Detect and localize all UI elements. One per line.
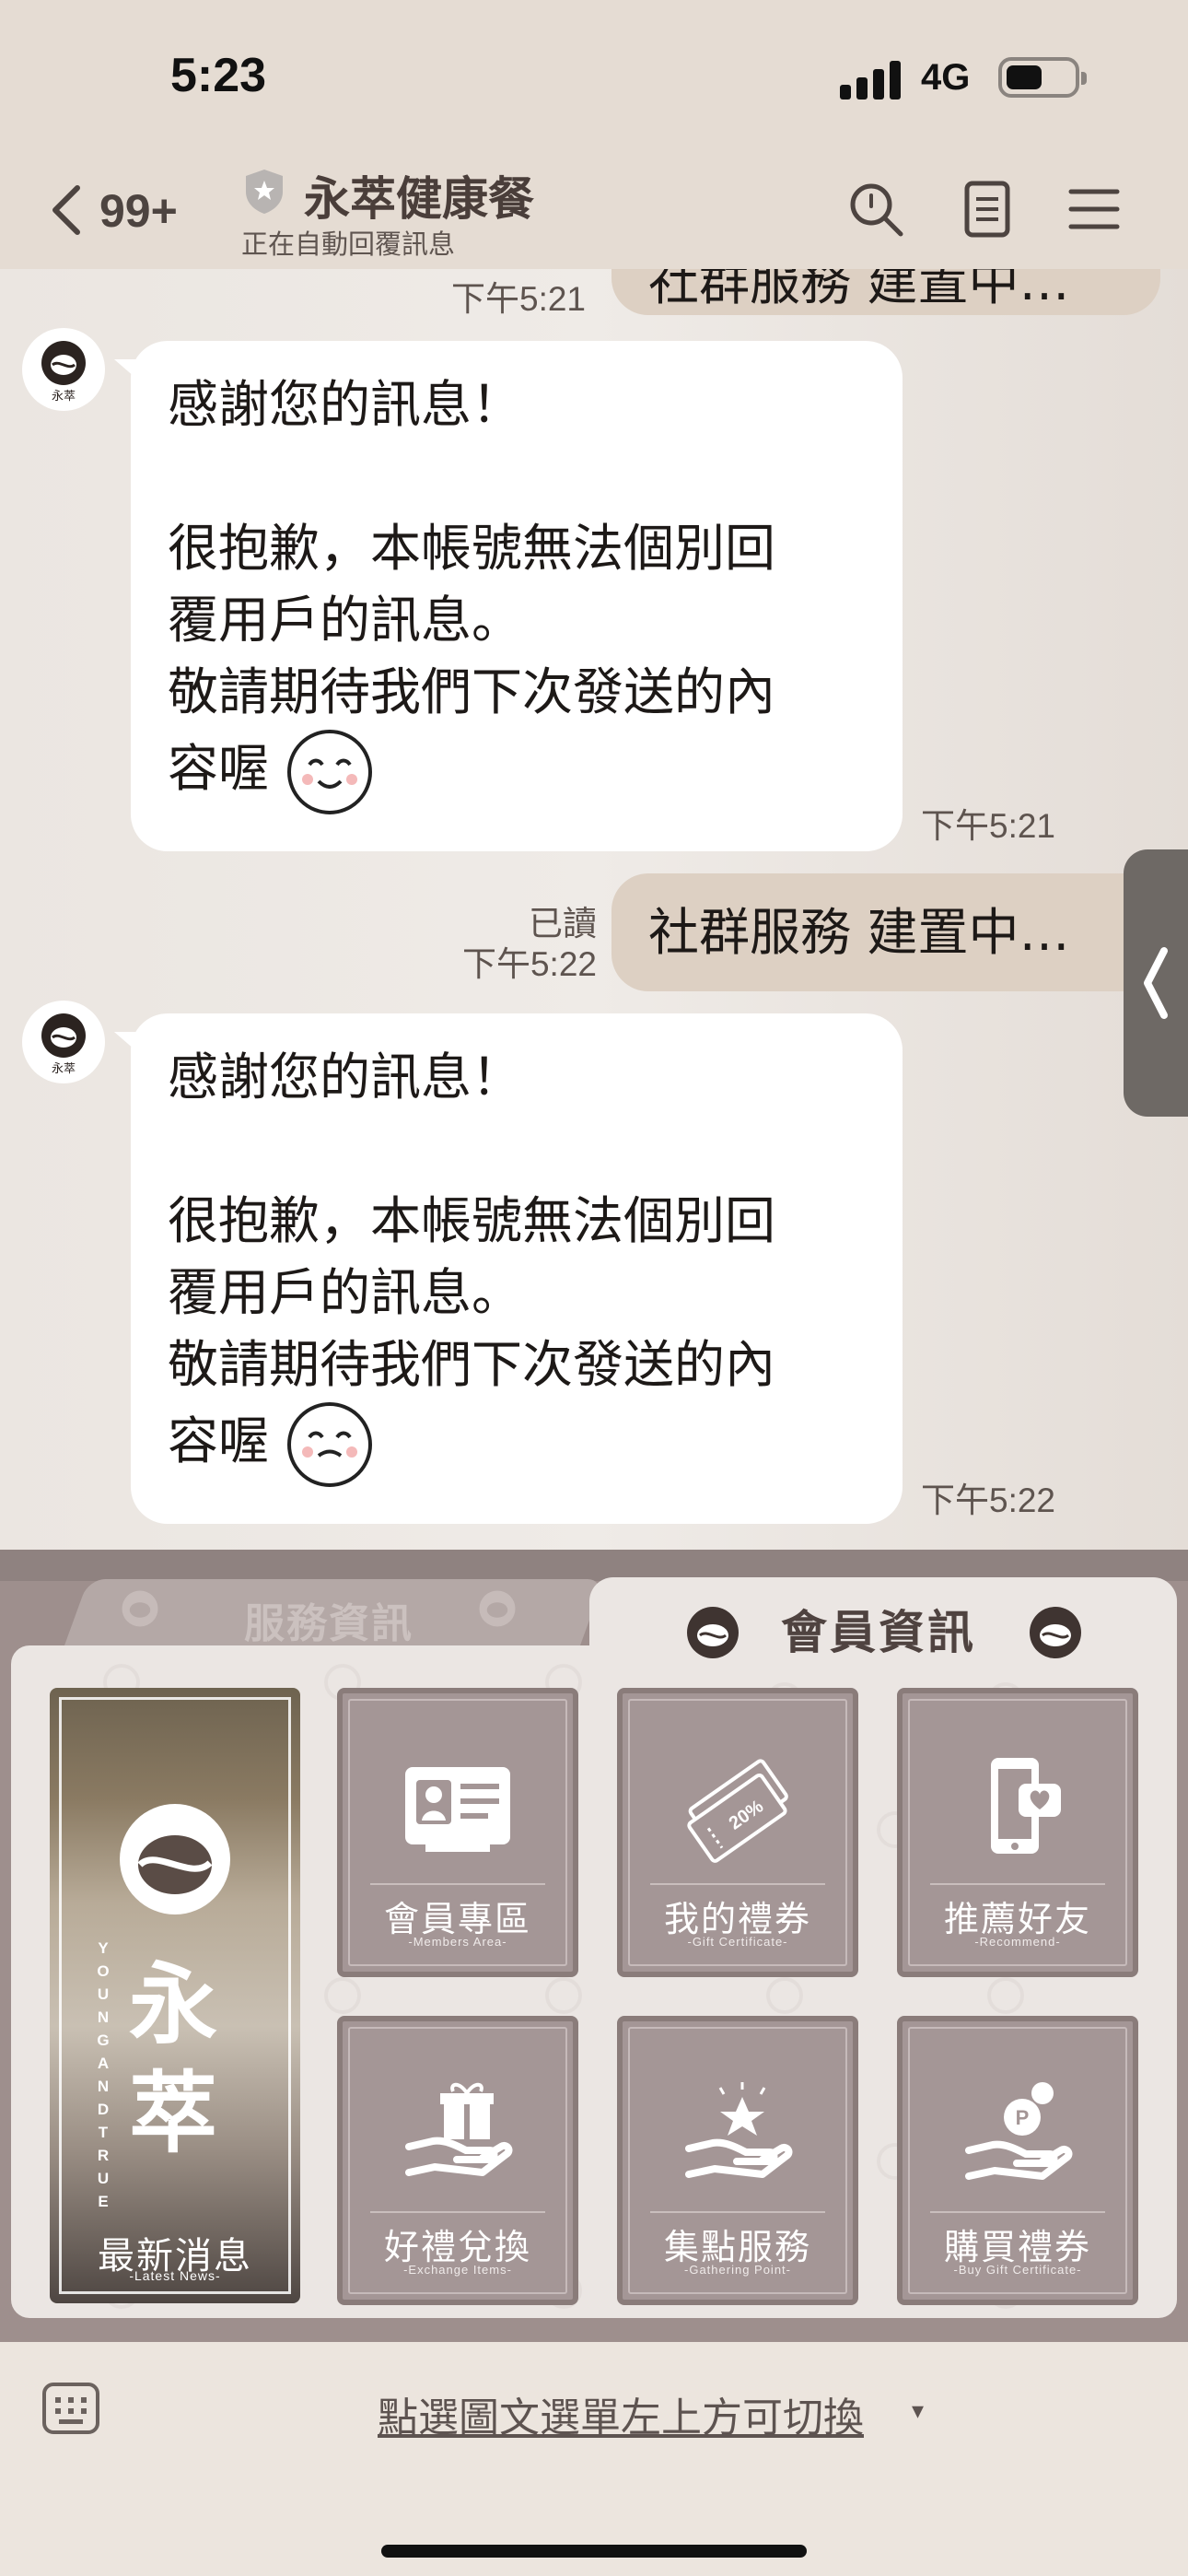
latest-news-sub: -Latest News- xyxy=(129,2268,221,2283)
phone-heart-icon xyxy=(991,1758,1061,1854)
avatar[interactable]: 永萃 xyxy=(22,1001,105,1083)
my-coupon-button[interactable]: 20% 我的禮券 -Gift Certificate- xyxy=(617,1688,858,1977)
smiling-face-icon xyxy=(286,1402,372,1487)
tile-sub: -Buy Gift Certificate- xyxy=(953,2263,1082,2277)
message-text: 社群服務 建置中… xyxy=(648,269,1070,311)
buy-gift-certificate-button[interactable]: P 購買禮券 -Buy Gift Certificate- xyxy=(897,2016,1138,2305)
member-card-icon xyxy=(405,1767,510,1852)
rich-menu-switch-link[interactable]: 點選圖文選單左上方可切換 xyxy=(378,2384,864,2443)
battery-icon xyxy=(998,57,1087,98)
bottom-bar: 點選圖文選單左上方可切換 ▾ xyxy=(0,2342,1188,2576)
verified-shield-icon xyxy=(246,170,283,214)
message-line: 敬請期待我們下次發送的內 xyxy=(168,1335,776,1394)
star-hand-icon xyxy=(685,2082,793,2178)
chevron-left-icon xyxy=(1144,947,1168,1019)
message-line: 覆用戶的訊息。 xyxy=(168,1263,523,1322)
chevron-down-icon[interactable]: ▾ xyxy=(912,2397,924,2425)
message-line: 很抱歉，本帳號無法個別回 xyxy=(168,519,776,578)
svg-text:永萃: 永萃 xyxy=(52,1062,76,1076)
status-bar: 5:23 4G xyxy=(0,0,1188,157)
signal-icon xyxy=(840,61,904,100)
message-bubble-incoming[interactable]: 感謝您的訊息！ 很抱歉，本帳號無法個別回 覆用戶的訊息。 敬請期待我們下次發送的… xyxy=(114,341,903,851)
tile-label: 集點服務 xyxy=(663,2227,811,2267)
gift-hand-icon xyxy=(405,2082,513,2176)
message-line: 很抱歉，本帳號無法個別回 xyxy=(168,1191,776,1250)
search-icon[interactable] xyxy=(845,179,906,240)
note-icon[interactable] xyxy=(958,179,1019,240)
tile-label: 推薦好友 xyxy=(943,1899,1091,1939)
tab-member-info-label[interactable]: 會員資訊 xyxy=(781,1596,976,1662)
tile-label: 購買禮券 xyxy=(943,2227,1091,2267)
message-time: 下午5:21 xyxy=(451,280,587,318)
message-line: 覆用戶的訊息。 xyxy=(168,591,523,650)
brand-logo-icon xyxy=(1030,1607,1081,1658)
tile-sub: -Exchange Items- xyxy=(403,2263,512,2277)
message-line: 容喔 xyxy=(168,1411,270,1471)
tab-service-info-label[interactable]: 服務資訊 xyxy=(244,1590,413,1649)
gathering-point-button[interactable]: 集點服務 -Gathering Point- xyxy=(617,2016,858,2305)
tile-sub: -Gift Certificate- xyxy=(687,1935,788,1949)
smiling-face-icon xyxy=(286,730,372,814)
chat-title[interactable]: 永萃健康餐 xyxy=(304,162,534,228)
message-bubble-incoming[interactable]: 感謝您的訊息！ 很抱歉，本帳號無法個別回 覆用戶的訊息。 敬請期待我們下次發送的… xyxy=(114,1013,903,1524)
tile-label: 會員專區 xyxy=(383,1899,531,1939)
member-area-button[interactable]: 會員專區 -Members Area- xyxy=(337,1688,578,1977)
tile-sub: -Members Area- xyxy=(408,1935,507,1949)
svg-text:P: P xyxy=(1016,2106,1030,2129)
status-time: 5:23 xyxy=(170,49,267,102)
brand-logo-icon xyxy=(687,1607,739,1658)
home-indicator xyxy=(381,2545,807,2558)
brand-logo-icon: 永萃 xyxy=(41,341,86,404)
tile-label: 我的禮券 xyxy=(663,1899,811,1939)
brand-character: 萃 xyxy=(129,2062,217,2165)
tile-sub: -Gathering Point- xyxy=(684,2263,791,2277)
back-arrow-icon[interactable] xyxy=(48,182,85,238)
message-time: 下午5:21 xyxy=(921,807,1056,845)
latest-news-button[interactable]: YOUNG AND TRUE 永 萃 最新消息 -Latest News- xyxy=(50,1688,300,2303)
message-line: 感謝您的訊息！ xyxy=(168,1048,523,1107)
exchange-gift-button[interactable]: 好禮兌換 -Exchange Items- xyxy=(337,2016,578,2305)
tagline-vertical: YOUNG AND TRUE xyxy=(97,1939,110,2210)
tile-sub: -Recommend- xyxy=(974,1935,1061,1949)
chat-area[interactable]: 社群服務 建置中… 下午5:21 永萃 感謝您的訊息！ 很抱歉，本帳號無法個別回… xyxy=(0,269,1188,1550)
chat-subtitle: 正在自動回覆訊息 xyxy=(241,228,456,260)
network-label: 4G xyxy=(921,57,971,98)
message-time: 下午5:22 xyxy=(921,1481,1056,1519)
tile-label: 好禮兌換 xyxy=(383,2227,531,2267)
message-line: 感謝您的訊息！ xyxy=(168,375,523,434)
message-line: 容喔 xyxy=(168,739,270,799)
unread-count[interactable]: 99+ xyxy=(99,184,178,238)
brand-logo-icon xyxy=(120,1804,230,1914)
coin-hand-icon: P xyxy=(965,2082,1073,2180)
chat-header: 99+ 永萃健康餐 正在自動回覆訊息 xyxy=(0,157,1188,269)
avatar[interactable]: 永萃 xyxy=(22,328,105,411)
message-text: 社群服務 建置中… xyxy=(648,903,1070,962)
message-bubble-outgoing-prev[interactable]: 社群服務 建置中… xyxy=(611,269,1160,315)
message-time: 下午5:22 xyxy=(461,945,597,983)
brand-logo-icon xyxy=(122,1590,158,1627)
message-bubble-outgoing[interactable]: 社群服務 建置中… xyxy=(611,873,1177,991)
message-line: 敬請期待我們下次發送的內 xyxy=(168,662,776,721)
recommend-friend-button[interactable]: 推薦好友 -Recommend- xyxy=(897,1688,1138,1977)
rich-menu: 服務資訊 會員資訊 YOUNG AND TRUE 永 萃 最新消息 -Lates… xyxy=(0,1550,1188,2342)
side-drawer-handle[interactable] xyxy=(1124,849,1188,1117)
brand-logo-icon: 永萃 xyxy=(41,1013,86,1076)
brand-logo-icon xyxy=(479,1590,516,1627)
svg-text:永萃: 永萃 xyxy=(52,390,76,404)
menu-icon[interactable] xyxy=(1064,179,1124,240)
keyboard-icon[interactable] xyxy=(41,2381,101,2436)
coupon-icon: 20% xyxy=(687,1759,788,1863)
